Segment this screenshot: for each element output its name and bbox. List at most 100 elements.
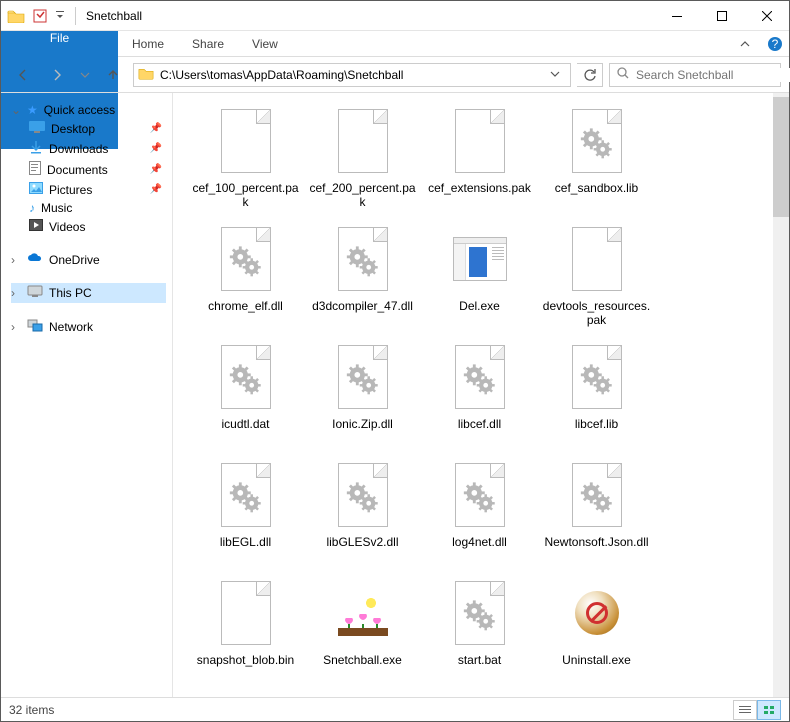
sidebar-downloads[interactable]: Downloads 📌	[11, 138, 172, 159]
view-toggle	[733, 700, 781, 720]
sidebar-label: Quick access	[44, 103, 115, 117]
qat-dropdown-icon[interactable]	[53, 5, 67, 27]
properties-icon[interactable]	[29, 5, 51, 27]
file-name: libEGL.dll	[220, 533, 271, 549]
file-thumbnail	[331, 575, 395, 651]
sidebar-quick-access[interactable]: ⌄ ★ Quick access	[11, 101, 172, 119]
sidebar-documents[interactable]: Documents 📌	[11, 159, 172, 180]
file-grid[interactable]: cef_100_percent.pakcef_200_percent.pakce…	[173, 93, 773, 697]
file-item[interactable]: start.bat	[421, 571, 538, 689]
computer-icon	[27, 285, 43, 301]
file-name: libcef.dll	[458, 415, 501, 431]
file-thumbnail	[214, 339, 278, 415]
close-button[interactable]	[744, 1, 789, 31]
sidebar-label: OneDrive	[49, 253, 100, 267]
back-button[interactable]	[9, 61, 37, 89]
pin-icon: 📌	[150, 164, 162, 175]
maximize-button[interactable]	[699, 1, 744, 31]
sidebar-videos[interactable]: Videos	[11, 217, 172, 236]
ribbon-collapse-icon[interactable]	[729, 31, 761, 56]
chevron-right-icon: ›	[11, 253, 21, 267]
file-item[interactable]: d3dcompiler_47.dll	[304, 217, 421, 335]
file-item[interactable]: icudtl.dat	[187, 335, 304, 453]
vertical-scrollbar[interactable]	[773, 93, 789, 697]
file-item[interactable]: log4net.dll	[421, 453, 538, 571]
sidebar-music[interactable]: ♪ Music	[11, 199, 172, 217]
file-item[interactable]: libEGL.dll	[187, 453, 304, 571]
details-view-button[interactable]	[733, 700, 757, 720]
search-icon	[616, 66, 630, 83]
file-item[interactable]: Newtonsoft.Json.dll	[538, 453, 655, 571]
explorer-window: Snetchball File Home Share View ?	[0, 0, 790, 722]
file-item[interactable]: Xilium.CefGlue.dll	[304, 689, 421, 697]
file-item[interactable]: libGLESv2.dll	[304, 453, 421, 571]
file-item[interactable]: chrome_elf.dll	[187, 217, 304, 335]
file-item[interactable]: Uninstall.exe	[538, 571, 655, 689]
file-thumbnail	[565, 457, 629, 533]
address-bar[interactable]	[133, 63, 571, 87]
minimize-button[interactable]	[654, 1, 699, 31]
tab-share[interactable]: Share	[178, 31, 238, 56]
file-thumbnail	[565, 339, 629, 415]
file-thumbnail	[331, 339, 395, 415]
file-item[interactable]: devtools_resources.pak	[538, 217, 655, 335]
search-input[interactable]	[636, 68, 790, 82]
sidebar-network[interactable]: › Network	[11, 317, 172, 337]
help-button[interactable]: ?	[761, 31, 789, 56]
network-icon	[27, 319, 43, 335]
file-item[interactable]: libcef.lib	[538, 335, 655, 453]
sidebar-label: Music	[41, 201, 72, 215]
file-thumbnail	[448, 339, 512, 415]
forward-button[interactable]	[43, 61, 71, 89]
window-title: Snetchball	[80, 9, 654, 23]
file-thumbnail	[565, 221, 629, 297]
up-button[interactable]	[99, 61, 127, 89]
file-item[interactable]: Ionic.Zip.dll	[304, 335, 421, 453]
large-icons-view-button[interactable]	[757, 700, 781, 720]
star-icon: ★	[27, 103, 38, 117]
folder-icon	[138, 66, 154, 83]
tab-home[interactable]: Home	[118, 31, 178, 56]
file-item[interactable]: Snetchball.exe	[304, 571, 421, 689]
desktop-icon	[29, 121, 45, 136]
file-item[interactable]: libcef.dll	[421, 335, 538, 453]
file-thumbnail	[448, 457, 512, 533]
sidebar-this-pc[interactable]: › This PC	[11, 283, 166, 303]
file-item[interactable]: cef_sandbox.lib	[538, 99, 655, 217]
address-dropdown-icon[interactable]	[544, 68, 566, 82]
tab-view[interactable]: View	[238, 31, 292, 56]
navigation-bar	[1, 57, 789, 93]
pin-icon: 📌	[150, 123, 162, 134]
navigation-pane: ⌄ ★ Quick access Desktop 📌 Downloads 📌 D…	[1, 93, 173, 697]
sidebar-desktop[interactable]: Desktop 📌	[11, 119, 172, 138]
file-name: libGLESv2.dll	[326, 533, 398, 549]
file-name: cef_200_percent.pak	[308, 179, 418, 210]
file-name: Del.exe	[459, 297, 500, 313]
file-name: icudtl.dat	[221, 415, 269, 431]
recent-dropdown-icon[interactable]	[77, 61, 93, 89]
chevron-right-icon: ›	[11, 286, 21, 300]
sidebar-onedrive[interactable]: › OneDrive	[11, 250, 172, 269]
scrollbar-thumb[interactable]	[773, 97, 789, 217]
sidebar-label: This PC	[49, 286, 92, 300]
sidebar-pictures[interactable]: Pictures 📌	[11, 180, 172, 199]
file-item[interactable]: snapshot_blob.bin	[187, 571, 304, 689]
file-name: libcef.lib	[575, 415, 618, 431]
file-name: start.bat	[458, 651, 501, 667]
file-item[interactable]: v8_context_snapshot.bin	[187, 689, 304, 697]
file-item[interactable]: cef_200_percent.pak	[304, 99, 421, 217]
file-name: Uninstall.exe	[562, 651, 631, 667]
file-item[interactable]: cef_100_percent.pak	[187, 99, 304, 217]
file-item[interactable]: cef_extensions.pak	[421, 99, 538, 217]
file-thumbnail	[214, 221, 278, 297]
folder-icon[interactable]	[5, 5, 27, 27]
refresh-button[interactable]	[577, 63, 603, 87]
address-path[interactable]	[158, 68, 540, 82]
file-thumbnail	[448, 575, 512, 651]
file-thumbnail	[448, 221, 512, 297]
file-item[interactable]: Del.exe	[421, 217, 538, 335]
ribbon-tabs: File Home Share View ?	[1, 31, 789, 57]
search-box[interactable]	[609, 63, 781, 87]
chevron-down-icon: ⌄	[11, 103, 21, 117]
sidebar-label: Documents	[47, 163, 108, 177]
